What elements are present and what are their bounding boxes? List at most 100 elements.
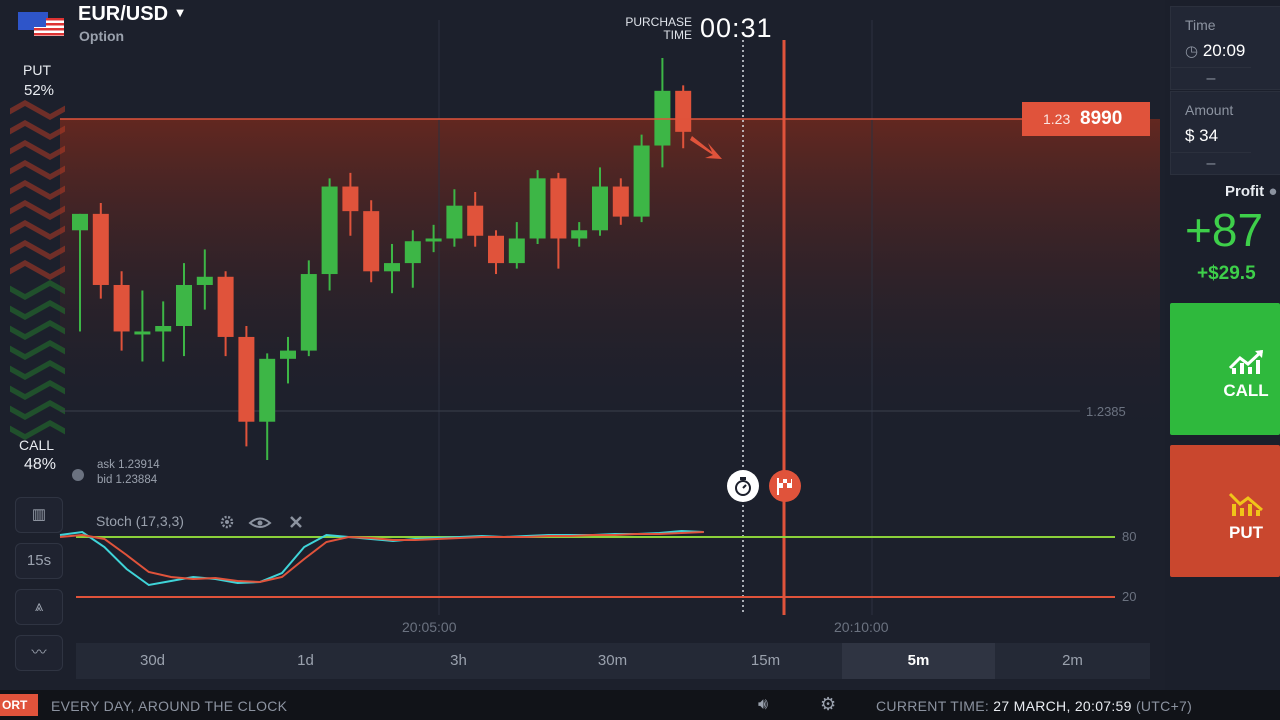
chart-type-button[interactable]: ▥ [15,497,63,533]
purchase-countdown: 00:31 [700,13,773,43]
settings-gear-icon [220,515,234,529]
quote-box: ask 1.23914 bid 1.23884 [97,458,160,488]
clock-icon: ◷ [1185,43,1199,60]
timeframe-30d[interactable]: 30d [76,643,229,679]
stopwatch-icon [727,470,759,502]
candle-bull [425,238,442,242]
close-icon [290,516,302,528]
expiry-time-field[interactable]: Time ◷ 20:09 – [1170,6,1280,90]
candle-bear [550,178,567,239]
candle-bull [259,358,276,422]
asset-name: EUR/USD [78,3,169,25]
indicators-button[interactable]: 〰 [15,635,63,671]
put-sentiment-label: PUT [23,62,51,78]
timeframe-15m[interactable]: 15m [689,643,842,679]
timeframe-2m[interactable]: 2m [996,643,1149,679]
put-button[interactable]: PUT [1170,445,1280,577]
candle-bull [654,90,671,146]
sentiment-bar-put [10,100,65,280]
price-main: 8990 [1080,108,1123,129]
candle-bull [508,238,525,264]
put-sentiment-percent: 52% [24,82,55,99]
interval-button[interactable]: 15s [15,543,63,579]
trading-chart[interactable]: EUR/USD ▼ Option PUT 52% CALL 48% PURCHA… [0,0,1165,690]
chevron-down-icon: ▼ [173,5,187,20]
timeframe-3h[interactable]: 3h [382,643,535,679]
indicator-label: Stoch (17,3,3) [96,513,184,529]
candle-bull [529,178,546,239]
timeframe-bar: 30d 1d 3h 30m 15m 5m 2m [76,643,1150,679]
candle-bear [612,186,629,217]
indicators-icon: 〰 [31,644,47,661]
bid-price: bid 1.23884 [97,474,158,486]
chart-canvas[interactable] [0,0,1165,690]
footer-bar: ORT EVERY DAY, AROUND THE CLOCK 🔊︎ ⚙ CUR… [0,690,1280,720]
info-icon: ● [1268,183,1278,200]
interval-label: 15s [26,552,52,569]
sentiment-bar-call [10,280,65,440]
candle-bull [571,230,588,239]
purchase-time-label: PURCHASE TIME [612,16,692,42]
timeframe-5m[interactable]: 5m [842,643,995,679]
call-button[interactable]: CALL [1170,303,1280,435]
ask-price: ask 1.23914 [97,459,160,471]
call-button-label: CALL [1223,381,1269,400]
amount-value[interactable]: $ 34 [1185,126,1218,146]
asset-type: Option [79,28,125,44]
trend-up-icon [1228,349,1264,374]
timeframe-1d[interactable]: 1d [229,643,382,679]
settings-gear-icon[interactable]: ⚙ [820,694,836,715]
drawing-icon: ⩓ [34,598,44,615]
profit-label: Profit ● [1225,183,1277,200]
volume-icon[interactable]: 🔊︎ [758,696,768,714]
candle-bull [196,276,213,285]
current-time: CURRENT TIME: 27 MARCH, 20:07:59 (UTC+7) [876,698,1192,714]
candle-bull [446,205,463,239]
candle-bear [92,213,109,285]
profit-percent: +87 [1185,204,1264,256]
time-label: Time [1185,17,1216,33]
time-decrease-button[interactable]: – [1171,67,1251,90]
drawing-tools-button[interactable]: ⩓ [15,589,63,625]
visibility-eye-icon [248,517,272,528]
candle-bear [363,211,380,272]
price-prefix: 1.23 [1043,111,1071,127]
amount-decrease-button[interactable]: – [1171,152,1251,175]
candle-bull [321,186,338,275]
candle-bull [300,274,317,351]
current-price-tag: 1.23 8990 [1022,102,1150,136]
candle-bull [280,350,296,359]
time-axis-label: 20:05:00 [402,619,457,635]
candle-bull [134,331,151,335]
time-value-text: 20:09 [1202,41,1246,60]
candle-bull [404,241,421,264]
candle-bear [217,276,234,337]
profit-label-text: Profit [1225,183,1265,200]
current-time-label: CURRENT TIME: [876,698,990,714]
stoch-d-line [59,531,704,584]
trend-down-icon [1228,492,1263,516]
timeframe-30m[interactable]: 30m [536,643,689,679]
candle-bull [72,213,88,231]
support-tag[interactable]: ORT [0,694,38,716]
candle-bull [176,284,192,326]
candle-bear [238,336,255,422]
trade-panel: Time ◷ 20:09 – Amount $ 34 – Profit ● +8… [1165,0,1280,690]
put-button-label: PUT [1229,523,1263,542]
time-value: ◷ 20:09 [1185,41,1245,61]
call-sentiment-percent: 48% [24,456,57,473]
candle-bull [155,326,172,332]
call-sentiment-label: CALL [19,437,55,453]
price-axis-label: 1.2385 [1086,404,1126,419]
candle-bull [384,263,400,272]
candle-bull [633,145,650,217]
time-axis-label: 20:10:00 [834,619,889,635]
timezone: (UTC+7) [1135,698,1193,714]
footer-slogan: EVERY DAY, AROUND THE CLOCK [51,698,288,714]
candle-bear [488,235,504,264]
amount-field[interactable]: Amount $ 34 – [1170,91,1280,175]
candle-bear [342,186,359,212]
candle-bear [467,205,484,236]
asset-selector[interactable]: EUR/USD ▼ [78,3,186,26]
purchase-label-line2: TIME [663,28,692,42]
